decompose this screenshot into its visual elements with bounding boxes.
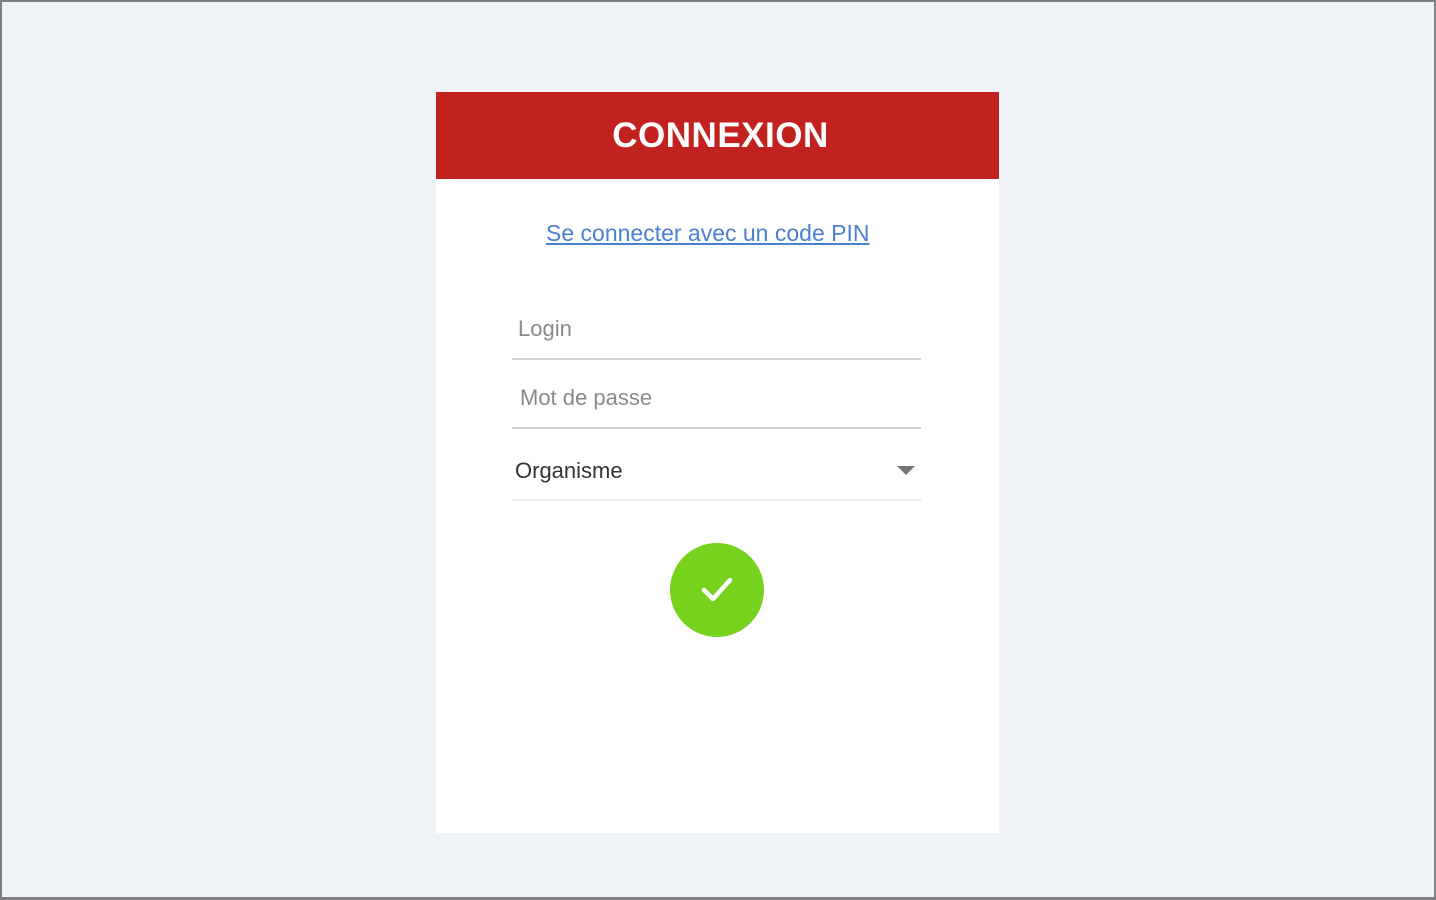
organism-select[interactable]: Organisme bbox=[512, 442, 921, 501]
organism-select-value: Organisme bbox=[515, 457, 623, 483]
check-icon bbox=[695, 567, 739, 614]
page-title: CONNEXION bbox=[612, 115, 829, 155]
password-field-wrapper bbox=[512, 369, 921, 429]
pin-login-link[interactable]: Se connecter avec un code PIN bbox=[546, 220, 869, 247]
chevron-down-icon bbox=[897, 466, 915, 475]
login-card-header: CONNEXION bbox=[436, 92, 999, 179]
login-input[interactable] bbox=[512, 300, 921, 358]
password-input[interactable] bbox=[512, 369, 921, 427]
login-field-wrapper bbox=[512, 300, 921, 360]
login-card: CONNEXION Se connecter avec un code PIN … bbox=[436, 92, 999, 833]
submit-button[interactable] bbox=[670, 543, 764, 637]
